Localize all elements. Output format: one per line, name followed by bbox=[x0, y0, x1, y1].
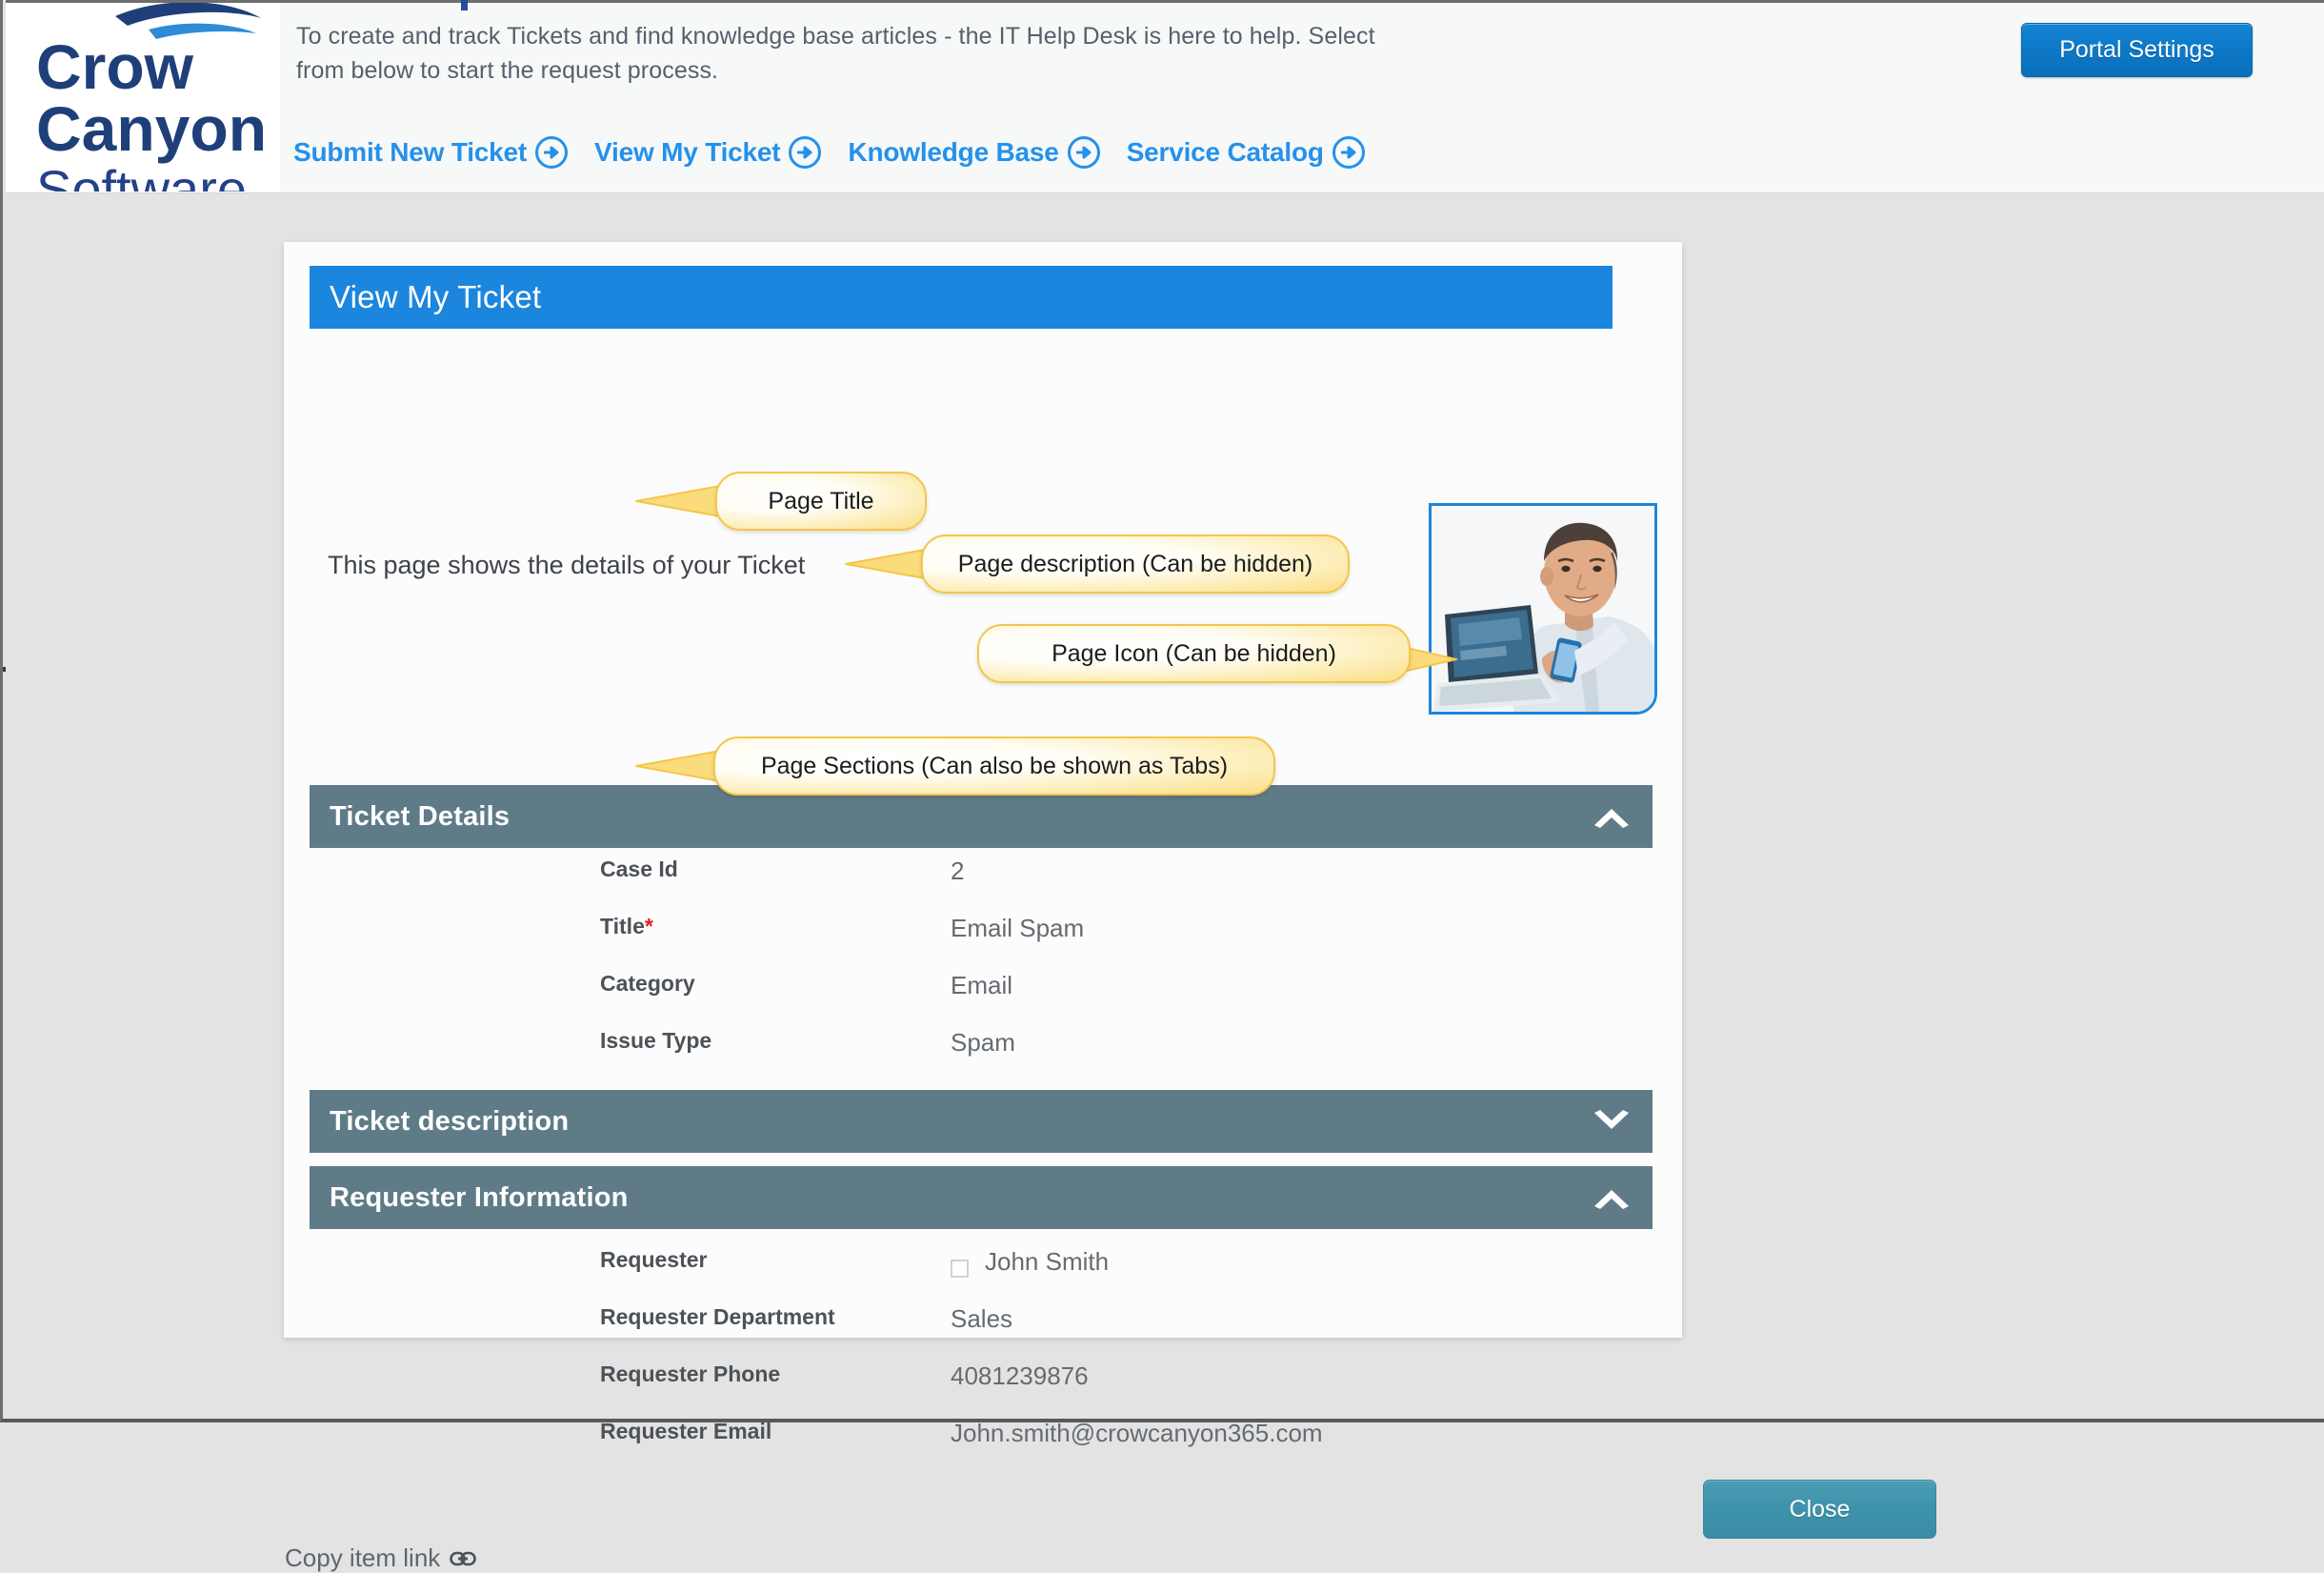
portal-nav: Submit New Ticket View My Ticket Knowled… bbox=[293, 136, 1365, 169]
field-label: Title* bbox=[600, 914, 653, 938]
field-label: Category bbox=[600, 971, 695, 996]
nav-label: Service Catalog bbox=[1126, 137, 1324, 167]
header-top-rule bbox=[6, 0, 2324, 3]
page-icon-image bbox=[1429, 503, 1657, 715]
svg-text:Crow: Crow bbox=[36, 31, 194, 102]
cutoff-title-sliver bbox=[461, 0, 468, 10]
section-header-ticket-description[interactable]: Ticket description bbox=[310, 1090, 1653, 1153]
nav-item-service-catalog[interactable]: Service Catalog bbox=[1127, 136, 1365, 169]
field-label: Requester Phone bbox=[600, 1361, 781, 1386]
arrow-right-circle-icon bbox=[1332, 136, 1365, 169]
page-title-bar: View My Ticket bbox=[310, 266, 1613, 329]
field-label: Case Id bbox=[600, 857, 678, 881]
link-chain-icon bbox=[450, 1551, 477, 1565]
callout-page-sections: Page Sections (Can also be shown as Tabs… bbox=[713, 736, 1275, 796]
section-title: Requester Information bbox=[330, 1181, 629, 1213]
nav-item-view-my-ticket[interactable]: View My Ticket bbox=[594, 136, 822, 169]
copy-item-link-label: Copy item link bbox=[285, 1543, 441, 1572]
field-row-issue-type: Issue Type Spam bbox=[284, 1028, 1682, 1085]
field-row-category: Category Email bbox=[284, 971, 1682, 1028]
field-label: Issue Type bbox=[600, 1028, 712, 1053]
portal-settings-button[interactable]: Portal Settings bbox=[2021, 23, 2253, 77]
required-indicator: * bbox=[644, 914, 653, 938]
callout-page-icon: Page Icon (Can be hidden) bbox=[977, 624, 1411, 683]
arrow-right-circle-icon bbox=[535, 136, 569, 169]
page-title: View My Ticket bbox=[330, 279, 542, 314]
section-header-requester-information[interactable]: Requester Information bbox=[310, 1166, 1653, 1229]
field-value: 2 bbox=[951, 857, 965, 885]
field-value: Spam bbox=[951, 1028, 1015, 1057]
nav-label: Knowledge Base bbox=[848, 137, 1059, 167]
nav-label: View My Ticket bbox=[594, 137, 781, 167]
field-label: Requester Email bbox=[600, 1419, 772, 1443]
field-value: 4081239876 bbox=[951, 1361, 1089, 1390]
section-title: Ticket Details bbox=[330, 800, 511, 832]
field-row-requester-email: Requester Email John.smith@crowcanyon365… bbox=[284, 1419, 1682, 1476]
callout-text: Page Sections (Can also be shown as Tabs… bbox=[760, 752, 1229, 779]
page-description: This page shows the details of your Tick… bbox=[328, 551, 806, 579]
field-value: John Smith bbox=[985, 1247, 1110, 1276]
chevron-down-icon[interactable] bbox=[1592, 1109, 1632, 1134]
field-row-requester-phone: Requester Phone 4081239876 bbox=[284, 1361, 1682, 1419]
nav-label: Submit New Ticket bbox=[293, 137, 528, 167]
field-value: Sales bbox=[951, 1304, 1013, 1333]
field-row-requester: Requester John Smith bbox=[284, 1247, 1682, 1304]
field-row-requester-department: Requester Department Sales bbox=[284, 1304, 1682, 1361]
chevron-up-icon[interactable] bbox=[1592, 1185, 1632, 1210]
callout-page-title: Page Title bbox=[715, 472, 927, 531]
callout-page-description: Page description (Can be hidden) bbox=[921, 534, 1350, 594]
nav-item-submit-new-ticket[interactable]: Submit New Ticket bbox=[293, 136, 569, 169]
callout-text: Page Title bbox=[768, 487, 874, 514]
callout-text: Page description (Can be hidden) bbox=[957, 550, 1313, 577]
callout-text: Page Icon (Can be hidden) bbox=[1052, 639, 1336, 667]
requester-checkbox[interactable] bbox=[951, 1260, 969, 1278]
svg-text:Software: Software bbox=[36, 159, 247, 192]
portal-header: Crow Canyon Software To create and track… bbox=[6, 0, 2324, 193]
close-button[interactable]: Close bbox=[1703, 1480, 1936, 1539]
person-with-laptop-photo bbox=[1432, 506, 1654, 712]
portal-description: To create and track Tickets and find kno… bbox=[296, 23, 1375, 84]
arrow-right-circle-icon bbox=[1067, 136, 1100, 169]
content-area: View My Ticket Case Id 2 Title* Email Sp… bbox=[6, 193, 2324, 1572]
field-label: Requester Department bbox=[600, 1304, 835, 1329]
copy-item-link[interactable]: Copy item link bbox=[285, 1543, 477, 1573]
logo-graphic: Crow Canyon Software bbox=[36, 3, 267, 192]
field-row-case-id: Case Id 2 bbox=[284, 857, 1682, 914]
chevron-up-icon[interactable] bbox=[1592, 804, 1632, 829]
crow-canyon-logo[interactable]: Crow Canyon Software bbox=[6, 3, 280, 192]
section-title: Ticket description bbox=[330, 1105, 570, 1137]
field-value: Email bbox=[951, 971, 1013, 999]
svg-text:Canyon: Canyon bbox=[36, 93, 267, 164]
field-value: Email Spam bbox=[951, 914, 1085, 942]
browser-page-frame: Crow Canyon Software To create and track… bbox=[0, 0, 2324, 1572]
field-value: John.smith@crowcanyon365.com bbox=[951, 1419, 1323, 1447]
nav-item-knowledge-base[interactable]: Knowledge Base bbox=[848, 136, 1100, 169]
field-row-title: Title* Email Spam bbox=[284, 914, 1682, 971]
field-label: Requester bbox=[600, 1247, 708, 1272]
arrow-right-circle-icon bbox=[789, 136, 822, 169]
